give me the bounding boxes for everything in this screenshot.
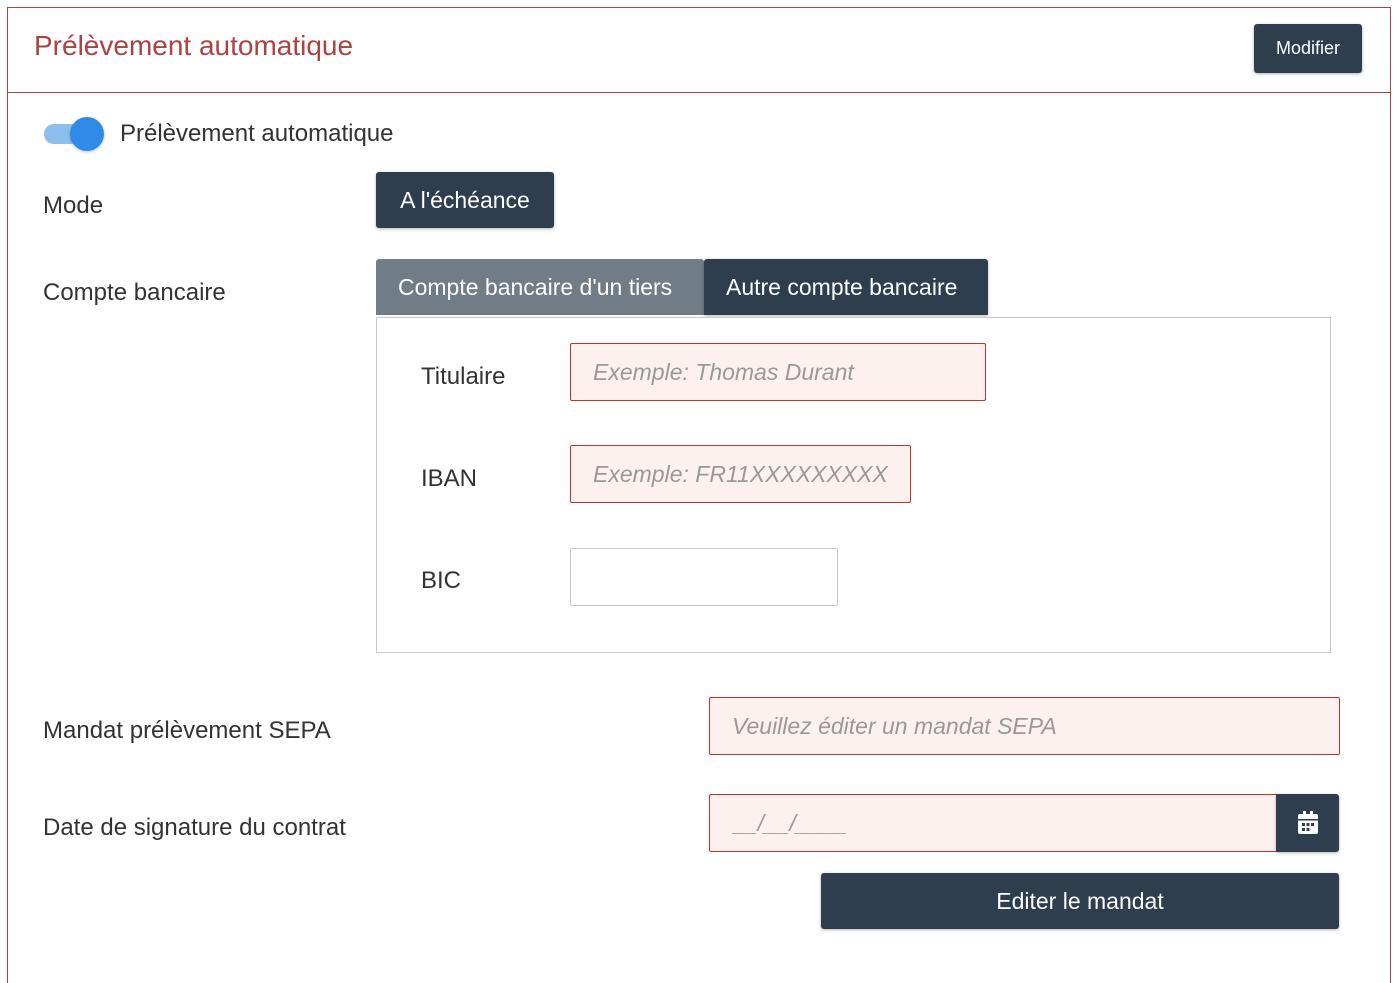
toggle-knob — [70, 117, 104, 151]
bank-account-label: Compte bancaire — [43, 279, 226, 306]
tab-third-party-account[interactable]: Compte bancaire d'un tiers — [376, 259, 704, 315]
edit-mandate-button[interactable]: Editer le mandat — [821, 873, 1339, 929]
panel-title: Prélèvement automatique — [34, 30, 354, 61]
contract-date-input[interactable] — [709, 794, 1277, 852]
iban-input[interactable] — [570, 445, 911, 503]
mode-label: Mode — [43, 192, 104, 219]
holder-label: Titulaire — [421, 363, 506, 390]
contract-date-label: Date de signature du contrat — [43, 814, 346, 841]
bic-input[interactable] — [570, 548, 838, 606]
panel-header: Prélèvement automatique Modifier — [8, 8, 1390, 93]
mode-button[interactable]: A l'échéance — [376, 172, 554, 228]
sepa-mandate-input[interactable] — [709, 697, 1340, 755]
bank-account-form: Titulaire IBAN BIC — [376, 317, 1331, 653]
holder-input[interactable] — [570, 343, 986, 401]
sepa-mandate-label: Mandat prélèvement SEPA — [43, 717, 331, 744]
bank-account-tabs: Compte bancaire d'un tiers Autre compte … — [376, 259, 988, 315]
toggle-label: Prélèvement automatique — [120, 120, 394, 147]
iban-label: IBAN — [421, 465, 478, 492]
tab-other-account[interactable]: Autre compte bancaire — [704, 259, 988, 315]
date-picker-button[interactable] — [1276, 794, 1339, 852]
bic-label: BIC — [421, 567, 462, 594]
direct-debit-toggle[interactable] — [44, 117, 104, 151]
modify-button[interactable]: Modifier — [1254, 24, 1362, 73]
calendar-icon — [1297, 811, 1318, 834]
